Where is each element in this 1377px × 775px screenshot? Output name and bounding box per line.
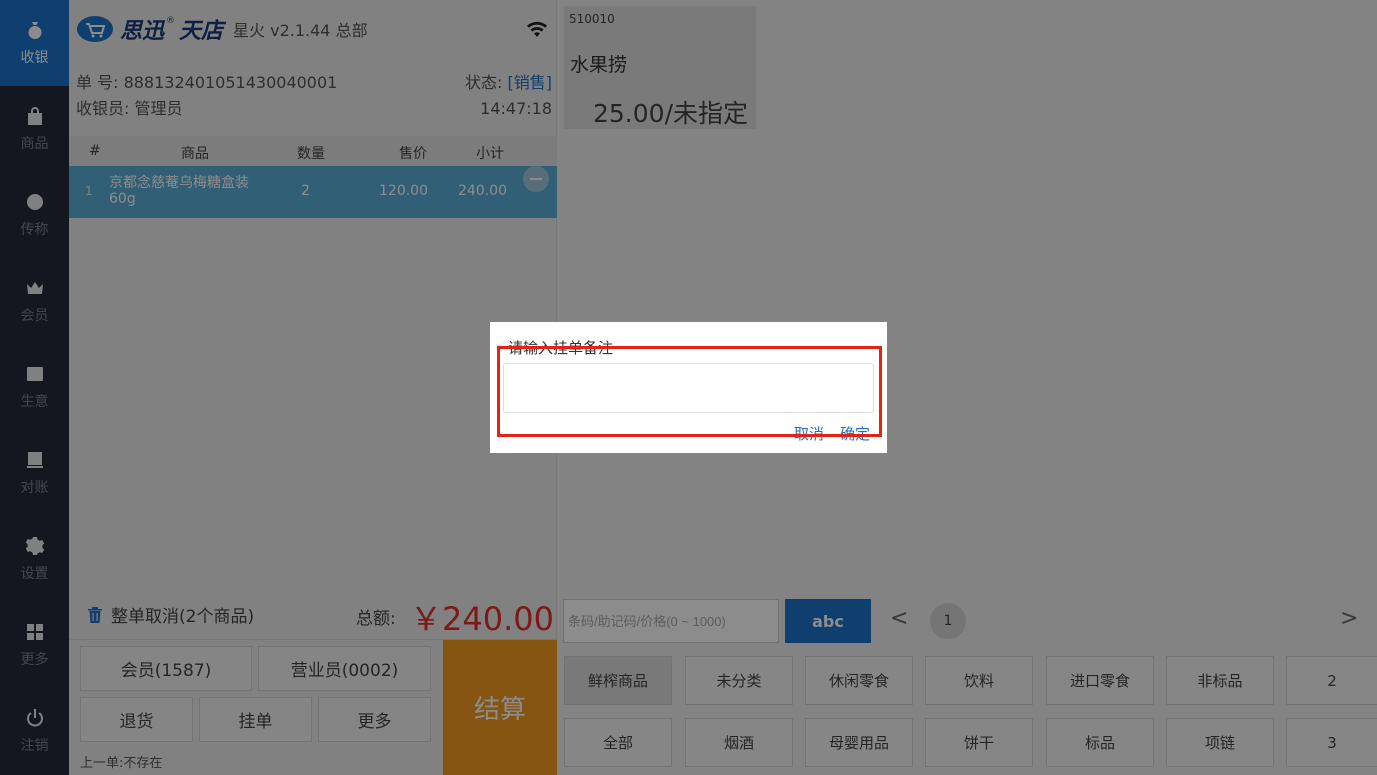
- highlight-box: [497, 346, 882, 437]
